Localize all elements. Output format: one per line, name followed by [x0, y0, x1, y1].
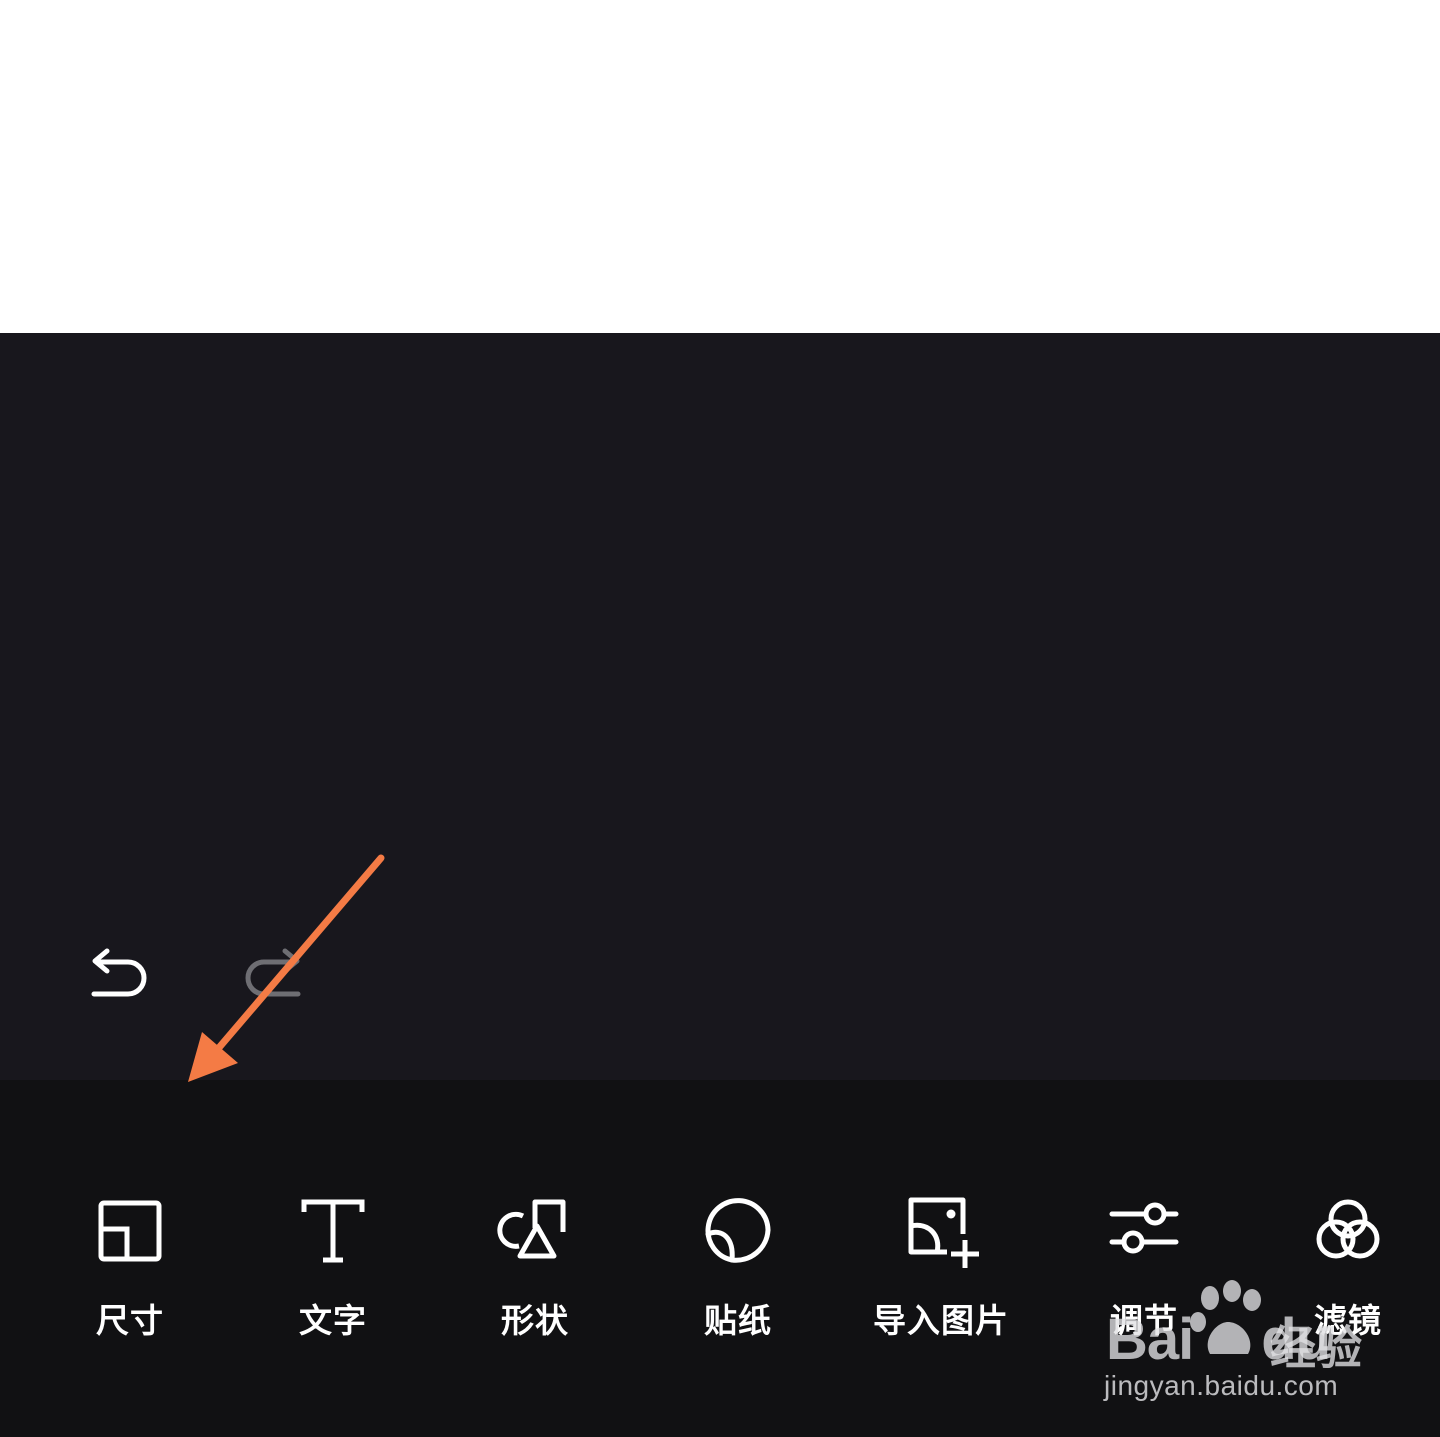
tool-import-image-label: 导入图片 — [873, 1301, 1009, 1340]
tool-adjust[interactable]: 调节 — [1054, 1192, 1234, 1342]
tool-filter[interactable]: 滤镜 — [1258, 1192, 1438, 1342]
redo-icon — [245, 948, 301, 997]
tool-size[interactable]: 尺寸 — [40, 1192, 220, 1342]
tool-filter-label: 滤镜 — [1314, 1301, 1382, 1340]
redo-button — [234, 938, 310, 1014]
text-icon — [301, 1199, 365, 1263]
tool-sticker-label: 贴纸 — [704, 1301, 772, 1340]
tool-shape[interactable]: 形状 — [445, 1192, 625, 1342]
filter-icon — [1316, 1199, 1380, 1259]
tool-size-label: 尺寸 — [96, 1301, 164, 1340]
undo-button[interactable] — [82, 938, 158, 1014]
undo-icon — [91, 948, 147, 997]
shape-icon — [497, 1199, 566, 1259]
tool-text-label: 文字 — [299, 1301, 367, 1340]
tool-adjust-label: 调节 — [1110, 1301, 1178, 1340]
editor-canvas[interactable] — [0, 333, 1440, 1080]
tool-text[interactable]: 文字 — [243, 1192, 423, 1342]
sticker-icon — [705, 1198, 771, 1263]
tool-shape-label: 形状 — [501, 1301, 569, 1340]
blank-preview-area — [0, 0, 1440, 333]
tool-import-image[interactable]: 导入图片 — [851, 1192, 1031, 1342]
tool-sticker[interactable]: 贴纸 — [648, 1192, 828, 1342]
bottom-toolbar: 尺寸 文字 形状 贴纸 导入图片 调节 滤镜 — [0, 1080, 1440, 1437]
adjust-icon — [1109, 1202, 1179, 1254]
size-icon — [98, 1200, 162, 1262]
import-image-icon — [908, 1197, 979, 1268]
